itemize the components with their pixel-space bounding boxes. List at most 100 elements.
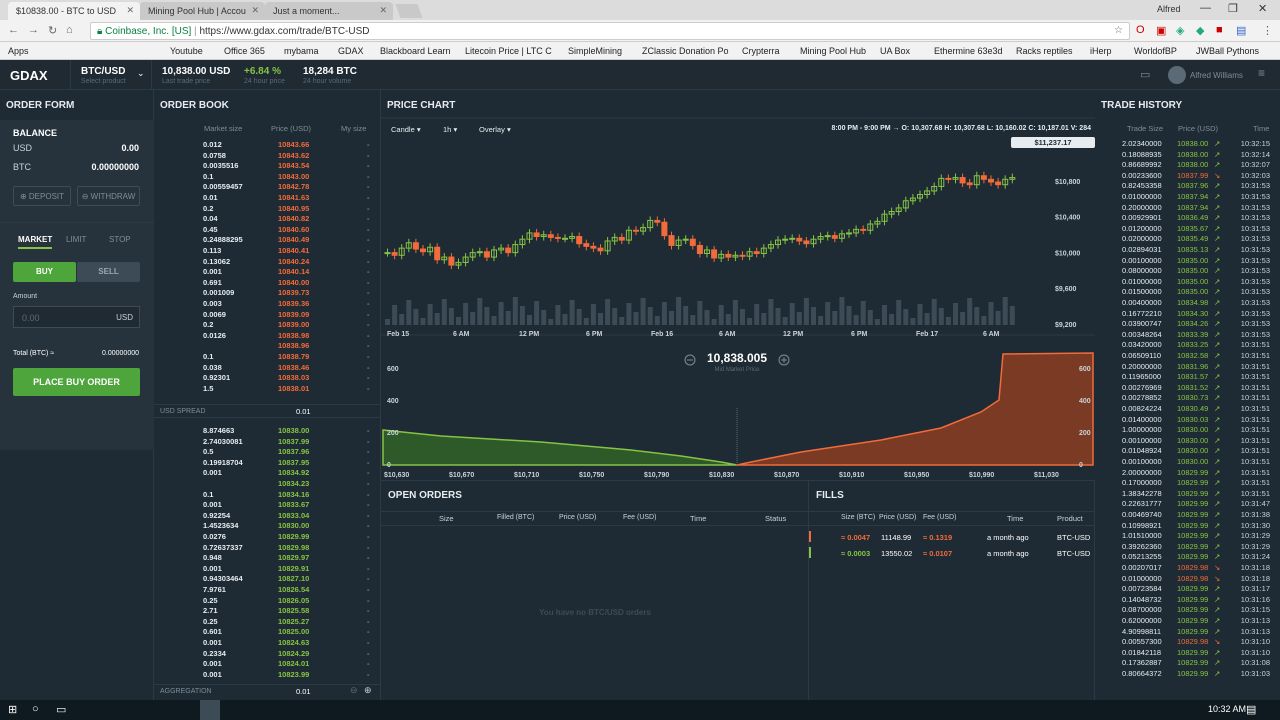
shield-icon[interactable]: ◈ (1176, 24, 1184, 37)
ask-row[interactable]: 0.113 10840.41 - (155, 246, 380, 257)
hamburger-menu-icon[interactable]: ≡ (1258, 66, 1265, 80)
ask-row[interactable]: 0.001009 10839.73 - (155, 288, 380, 299)
bid-row[interactable]: 0.001 10824.01 - (155, 659, 380, 670)
ask-row[interactable]: 10838.96 - (155, 341, 380, 352)
task-view-icon[interactable]: ▭ (56, 703, 66, 716)
search-icon[interactable]: ○ (32, 703, 39, 715)
url-input[interactable]: 🔒︎ Coinbase, Inc. [US] | https://www.gda… (90, 22, 1130, 40)
price-chart-svg[interactable]: $11,237.17 $10,800 $10,400 $10,000 $9,600 $9… (381, 90, 1095, 480)
product-selector[interactable]: BTC/USD Select product ⌄ (70, 60, 152, 90)
chrome-taskbar-icon[interactable] (200, 700, 220, 720)
bookmark-worldofbp[interactable]: WorldofBP (1134, 46, 1177, 56)
withdraw-button[interactable]: ⊖ WITHDRAW (77, 186, 140, 206)
bid-row[interactable]: 0.25 10825.27 - (155, 617, 380, 628)
bid-row[interactable]: 0.001 10824.63 - (155, 638, 380, 649)
bookmark-crypterra[interactable]: Crypterra (742, 46, 780, 56)
avatar[interactable] (1168, 66, 1186, 84)
bid-row[interactable]: 7.9761 10826.54 - (155, 585, 380, 596)
menu-icon[interactable]: ⋮ (1262, 24, 1273, 37)
tab-limit[interactable]: LIMIT (66, 235, 86, 244)
bid-row[interactable]: 2.74030081 10837.99 - (155, 437, 380, 448)
bookmark-simplemining[interactable]: SimpleMining (568, 46, 622, 56)
ask-row[interactable]: 0.012 10843.66 - (155, 140, 380, 151)
opera-icon[interactable]: O (1136, 24, 1145, 36)
place-buy-order-button[interactable]: PLACE BUY ORDER (13, 368, 140, 396)
ask-row[interactable]: 0.2 10840.95 - (155, 204, 380, 215)
tab-just-a-moment[interactable]: Just a moment... ✕ (265, 2, 393, 20)
ask-row[interactable]: 0.01 10841.63 - (155, 193, 380, 204)
bid-row[interactable]: 0.1 10834.16 - (155, 490, 380, 501)
ask-row[interactable]: 0.003 10839.36 - (155, 299, 380, 310)
bookmark-zclassic[interactable]: ZClassic Donation Po (642, 46, 729, 56)
bookmark-mining-pool-hub[interactable]: Mining Pool Hub (800, 46, 866, 56)
windows-start-icon[interactable]: ⊞ (8, 703, 17, 716)
ask-row[interactable]: 0.1 10838.79 - (155, 352, 380, 363)
bid-row[interactable]: 0.5 10837.96 - (155, 447, 380, 458)
gdax-logo[interactable]: GDAX (10, 68, 48, 83)
minimize-icon[interactable]: — (1200, 2, 1211, 14)
close-icon[interactable]: ✕ (379, 5, 387, 16)
bid-row[interactable]: 0.72637337 10829.98 - (155, 543, 380, 554)
tab-gdax[interactable]: $10838.00 - BTC to USD ✕ (8, 2, 140, 20)
bid-row[interactable]: 8.874663 10838.00 - (155, 426, 380, 437)
bid-row[interactable]: 0.948 10829.97 - (155, 553, 380, 564)
ask-row[interactable]: 0.04 10840.82 - (155, 214, 380, 225)
new-tab-button[interactable] (395, 4, 423, 18)
maximize-icon[interactable]: ❐ (1228, 2, 1238, 15)
bookmark-ethermine[interactable]: Ethermine 63e3d (934, 46, 1003, 56)
bid-row[interactable]: 0.0276 10829.99 - (155, 532, 380, 543)
back-icon[interactable]: ← (8, 24, 19, 36)
reload-icon[interactable]: ↻ (48, 24, 57, 37)
bid-row[interactable]: 0.94303464 10827.10 - (155, 574, 380, 585)
ask-row[interactable]: 0.00559457 10842.78 - (155, 182, 380, 193)
bid-row[interactable]: 0.601 10825.00 - (155, 627, 380, 638)
profile-name[interactable]: Alfred (1157, 4, 1181, 14)
bid-row[interactable]: 0.001 10829.91 - (155, 564, 380, 575)
tab-mining-pool-hub[interactable]: Mining Pool Hub | Accou ✕ (140, 2, 265, 20)
bookmark-racks-reptiles[interactable]: Racks reptiles (1016, 46, 1073, 56)
ask-row[interactable]: 0.0069 10839.09 - (155, 310, 380, 321)
extension-icon[interactable]: ■ (1216, 24, 1223, 36)
home-icon[interactable]: ⌂ (66, 24, 73, 36)
ask-row[interactable]: 0.0758 10843.62 - (155, 151, 380, 162)
amount-input[interactable]: 0.00 USD (13, 306, 140, 328)
ask-row[interactable]: 0.1 10843.00 - (155, 172, 380, 183)
bookmark-ua-box[interactable]: UA Box (880, 46, 910, 56)
ask-row[interactable]: 1.5 10838.01 - (155, 384, 380, 395)
close-icon[interactable]: ✕ (126, 5, 134, 16)
bid-row[interactable]: 0.001 10833.67 - (155, 500, 380, 511)
bid-row[interactable]: 10834.23 - (155, 479, 380, 490)
close-window-icon[interactable]: ✕ (1258, 2, 1267, 15)
bookmark-office-365[interactable]: Office 365 (224, 46, 265, 56)
notifications-icon[interactable]: ▤ (1246, 703, 1256, 716)
ask-row[interactable]: 0.24888295 10840.49 - (155, 235, 380, 246)
bid-row[interactable]: 0.19918704 10837.95 - (155, 458, 380, 469)
star-icon[interactable]: ☆ (1114, 25, 1123, 36)
bookmark-youtube[interactable]: Youtube (170, 46, 203, 56)
ask-row[interactable]: 0.13062 10840.24 - (155, 257, 380, 268)
close-icon[interactable]: ✕ (251, 5, 259, 16)
ask-row[interactable]: 0.92301 10838.03 - (155, 373, 380, 384)
ask-row[interactable]: 0.001 10840.14 - (155, 267, 380, 278)
sell-toggle[interactable]: SELL (77, 262, 140, 282)
bid-row[interactable]: 0.2334 10824.29 - (155, 649, 380, 660)
extension-icon[interactable]: ▣ (1156, 24, 1166, 37)
bookmark-gdax[interactable]: GDAX (338, 46, 364, 56)
deposit-button[interactable]: ⊕ DEPOSIT (13, 186, 71, 206)
forward-icon[interactable]: → (28, 24, 39, 36)
extension-icon[interactable]: ▤ (1236, 24, 1246, 37)
ask-row[interactable]: 0.038 10838.46 - (155, 363, 380, 374)
tab-stop[interactable]: STOP (109, 235, 131, 244)
bid-row[interactable]: 0.92254 10833.04 - (155, 511, 380, 522)
username[interactable]: Alfred Williams (1190, 71, 1243, 80)
bid-row[interactable]: 0.25 10826.05 - (155, 596, 380, 607)
buy-toggle[interactable]: BUY (13, 262, 76, 282)
ask-row[interactable]: 0.2 10839.00 - (155, 320, 380, 331)
aggregation-decrease-icon[interactable]: ⊖ (350, 685, 358, 696)
extension-icon[interactable]: ◆ (1196, 24, 1204, 37)
ask-row[interactable]: 0.0035516 10843.54 - (155, 161, 380, 172)
bid-row[interactable]: 1.4523634 10830.00 - (155, 521, 380, 532)
chat-icon[interactable]: ▭ (1140, 68, 1150, 81)
tab-market[interactable]: MARKET (18, 235, 53, 249)
ask-row[interactable]: 0.45 10840.60 - (155, 225, 380, 236)
